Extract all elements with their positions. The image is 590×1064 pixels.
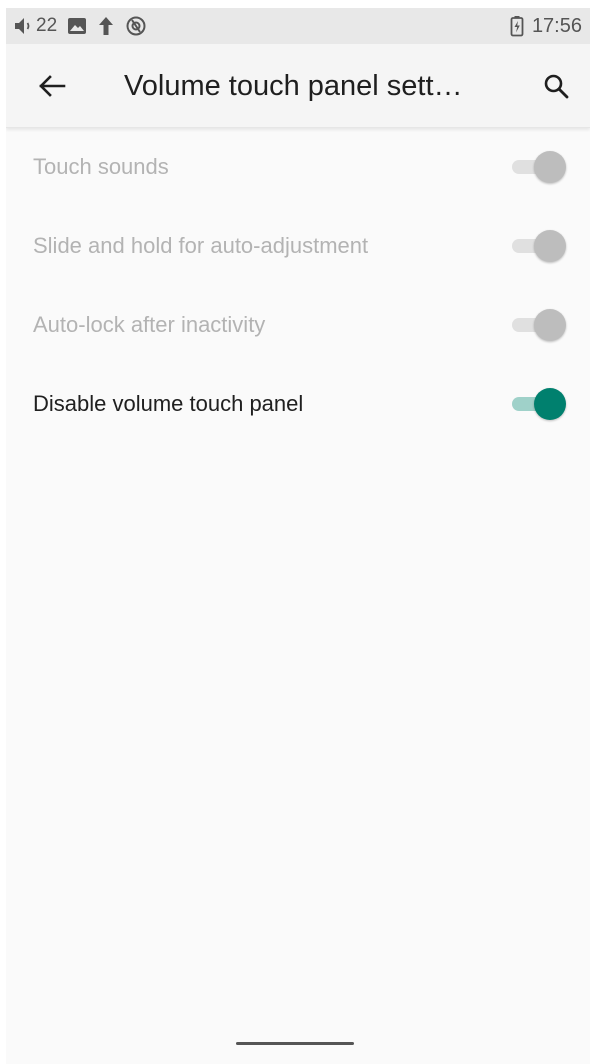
setting-row-disable-touch-panel[interactable]: Disable volume touch panel [6,365,590,443]
back-arrow-icon [39,75,66,97]
switch-thumb [534,309,566,341]
app-bar: Volume touch panel sett… [6,44,590,128]
search-icon [544,74,569,99]
status-bar: 22 17:56 [6,8,590,44]
setting-label: Slide and hold for auto-adjustment [33,233,369,258]
setting-label: Disable volume touch panel [33,391,304,416]
switch-thumb [534,388,566,420]
page-title: Volume touch panel sett… [124,70,463,102]
gesture-nav-handle[interactable] [236,1042,354,1045]
setting-label: Touch sounds [33,154,169,179]
clock: 17:56 [531,14,582,37]
search-button[interactable] [536,66,576,106]
setting-row-touch-sounds: Touch sounds [6,128,590,206]
screen: 22 17:56 Volume touch panel sett… Touch … [6,8,590,1064]
setting-label: Auto-lock after inactivity [33,312,266,337]
auto-lock-switch[interactable] [512,309,568,341]
notification-count: 22 [36,15,58,36]
disable-touch-panel-switch[interactable] [512,388,568,420]
back-button[interactable] [32,66,72,106]
switch-thumb [534,230,566,262]
status-volume: 22 [14,15,57,37]
status-left: 22 [14,8,147,44]
touch-sounds-switch[interactable] [512,151,568,183]
volume-icon [15,18,30,34]
image-icon [68,18,87,34]
upload-arrow-icon [99,17,114,35]
setting-row-slide-and-hold: Slide and hold for auto-adjustment [6,207,590,285]
status-right: 17:56 [510,8,582,44]
slide-and-hold-switch[interactable] [512,230,568,262]
switch-thumb [534,151,566,183]
battery-charging-icon [510,16,524,37]
sync-icon [126,16,146,36]
setting-row-auto-lock: Auto-lock after inactivity [6,286,590,364]
